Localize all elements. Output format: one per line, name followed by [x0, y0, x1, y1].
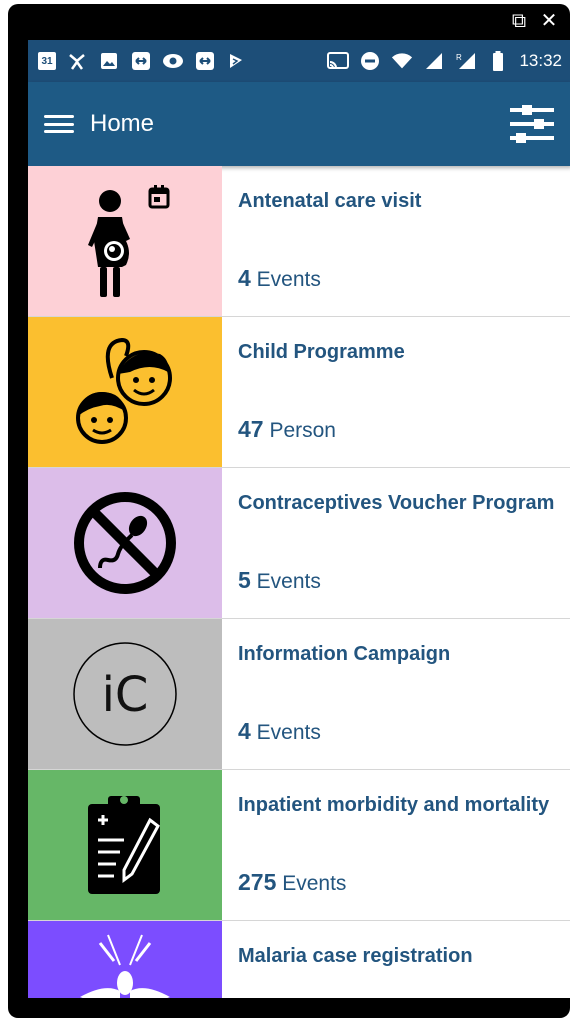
window-controls: ⧉ ✕	[508, 10, 560, 32]
program-list: Antenatal care visit 4 Events Child Prog…	[28, 166, 570, 998]
program-thumb	[28, 166, 222, 316]
count-unit: Events	[256, 268, 321, 291]
program-count: 4 Events	[238, 265, 321, 292]
hamburger-icon[interactable]	[42, 109, 76, 139]
count-value: 47	[238, 416, 264, 442]
program-row-child[interactable]: Child Programme 47 Person	[28, 317, 570, 468]
program-thumb: iC	[28, 619, 222, 769]
program-info: Malaria case registration	[222, 921, 570, 998]
count-unit: Events	[282, 872, 347, 895]
program-info: Contraceptives Voucher Program 5 Events	[222, 468, 570, 618]
program-thumb	[28, 770, 222, 920]
eye-icon	[162, 50, 184, 72]
status-right-icons: R 13:32	[327, 50, 562, 72]
count-value: 4	[238, 265, 251, 291]
program-row-contraceptives[interactable]: Contraceptives Voucher Program 5 Events	[28, 468, 570, 619]
phone-screen: 31 R 13:32 Home Antenatal care visit 4 E…	[28, 40, 570, 998]
signal-icon	[423, 50, 445, 72]
no-sperm-icon	[74, 492, 176, 594]
count-value: 275	[238, 869, 277, 895]
signal-roaming-icon: R	[455, 50, 477, 72]
program-info: Inpatient morbidity and mortality 275 Ev…	[222, 770, 570, 920]
children-faces-icon	[76, 337, 172, 444]
close-icon[interactable]: ✕	[538, 10, 560, 32]
program-name: Malaria case registration	[238, 945, 473, 967]
program-name: Child Programme	[238, 341, 405, 363]
image-icon	[98, 50, 120, 72]
battery-icon	[487, 50, 509, 72]
app-bar: Home	[28, 82, 570, 166]
count-unit: Events	[256, 721, 321, 744]
program-thumb	[28, 468, 222, 618]
program-count: 275 Events	[238, 869, 346, 896]
calendar-icon: 31	[38, 52, 56, 70]
program-info: Antenatal care visit 4 Events	[222, 166, 570, 316]
program-count: 47 Person	[238, 416, 336, 443]
filter-sliders-icon[interactable]	[508, 104, 556, 144]
dnd-icon	[359, 50, 381, 72]
ic-label: iC	[101, 667, 149, 723]
wifi-icon	[391, 50, 413, 72]
sync-icon	[194, 50, 216, 72]
program-count: 5 Events	[238, 567, 321, 594]
cast-icon	[327, 50, 350, 72]
sync-icon	[130, 50, 152, 72]
program-row-antenatal[interactable]: Antenatal care visit 4 Events	[28, 166, 570, 317]
device-frame: ⧉ ✕ 31 R 13:32 Home Antenatal care visit…	[8, 4, 570, 1018]
status-left-icons: 31	[38, 50, 248, 72]
program-thumb	[28, 921, 222, 998]
program-name: Contraceptives Voucher Program	[238, 492, 555, 514]
mosquito-icon	[80, 934, 170, 998]
status-bar: 31 R 13:32	[28, 40, 570, 82]
count-unit: Person	[269, 419, 336, 442]
program-name: Inpatient morbidity and mortality	[238, 794, 550, 816]
program-info: Child Programme 47 Person	[222, 317, 570, 467]
page-title: Home	[90, 110, 155, 137]
status-time: 13:32	[519, 51, 562, 70]
program-row-inpatient[interactable]: Inpatient morbidity and mortality 275 Ev…	[28, 770, 570, 921]
external-link-icon[interactable]: ⧉	[508, 10, 530, 32]
program-thumb	[28, 317, 222, 467]
svg-text:R: R	[456, 53, 462, 62]
program-row-info-campaign[interactable]: iC Information Campaign 4 Events	[28, 619, 570, 770]
count-value: 5	[238, 567, 251, 593]
program-count: 4 Events	[238, 718, 321, 745]
clipboard-pencil-icon	[88, 796, 160, 894]
program-name: Information Campaign	[238, 643, 451, 665]
program-name: Antenatal care visit	[238, 190, 422, 212]
count-value: 4	[238, 718, 251, 744]
program-row-malaria[interactable]: Malaria case registration	[28, 921, 570, 998]
count-unit: Events	[256, 570, 321, 593]
flag-icon	[226, 50, 248, 72]
program-info: Information Campaign 4 Events	[222, 619, 570, 769]
wifi-person-icon	[66, 50, 88, 72]
pregnant-woman-calendar-icon	[88, 185, 170, 297]
